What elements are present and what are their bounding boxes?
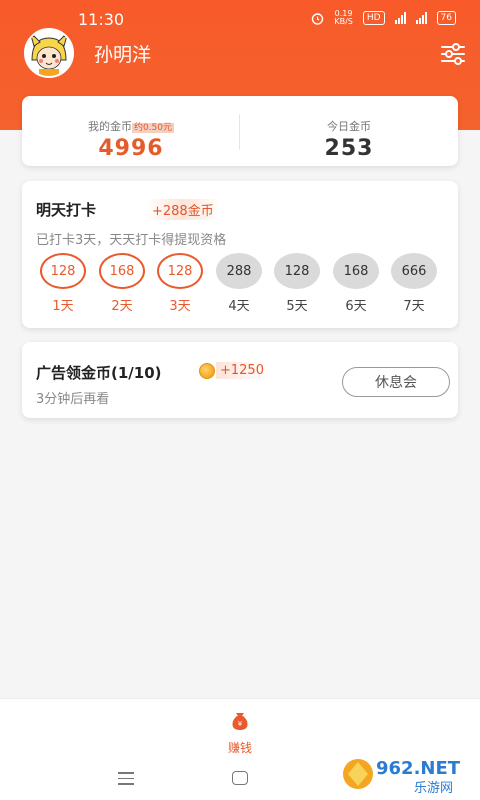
day-coin-value: 288 [216,253,262,289]
checkin-day[interactable]: 288 4天 [215,253,263,314]
tab-earn-label: 赚钱 [227,741,252,755]
money-bag-icon: ¥ [232,713,248,730]
hd-icon: HD [362,11,385,25]
battery-icon: 76 [436,11,456,25]
day-coin-value: 666 [391,253,437,289]
day-label: 1天 [52,299,74,314]
day-coin-value: 128 [40,253,86,289]
ad-reward-card: 广告领金币(1/10) +1250 3分钟后再看 休息会 [22,342,458,418]
my-coins[interactable]: 我的金币 约0.50元 4996 [22,96,240,166]
menu-icon[interactable] [118,772,134,785]
day-label: 6天 [345,299,367,314]
coins-cash-tag: 约0.50元 [131,123,175,133]
signal-4g-icon [394,12,406,24]
checkin-day[interactable]: 168 2天 [98,253,146,314]
day-coin-value: 168 [99,253,145,289]
today-coins-label: 今日金币 [327,120,371,133]
my-coins-label: 我的金币 约0.50元 [22,118,240,134]
avatar[interactable] [24,28,74,78]
coins-summary-card: 我的金币 约0.50元 4996 今日金币 253 [22,96,458,166]
day-label: 7天 [403,299,425,314]
rest-button[interactable]: 休息会 [342,367,450,397]
checkin-card: 明天打卡 +288金币 已打卡3天，天天打卡得提现资格 128 1天 168 2… [22,181,458,328]
ad-title: 广告领金币(1/10) [36,364,162,382]
user-name[interactable]: 孙明洋 [94,40,151,67]
day-label: 4天 [228,299,250,314]
settings-sliders-icon[interactable] [440,42,466,66]
checkin-subtitle: 已打卡3天，天天打卡得提现资格 [36,233,227,248]
svg-text:¥: ¥ [238,720,243,728]
network-speed: 0.19 KB/S [334,10,353,26]
speed-unit: KB/S [334,17,353,26]
watermark-bottom: 乐游网 [414,781,453,796]
profile-row: 孙明洋 [24,28,151,78]
day-label: 2天 [111,299,133,314]
my-coins-label-text: 我的金币 [87,120,132,133]
my-coins-value: 4996 [98,136,164,161]
ad-subtitle: 3分钟后再看 [36,392,110,407]
checkin-days: 128 1天 168 2天 128 3天 288 4天 128 5天 168 6… [39,253,449,317]
alarm-icon [312,12,324,25]
day-label: 5天 [286,299,308,314]
tab-earn[interactable]: ¥ 赚钱 [216,709,264,756]
checkin-title: 明天打卡 [36,201,97,219]
checkin-day[interactable]: 666 7天 [390,253,438,314]
avatar-image [26,30,72,76]
day-label: 3天 [169,299,191,314]
day-coin-value: 128 [274,253,320,289]
checkin-day[interactable]: 128 1天 [39,253,87,314]
checkin-day[interactable]: 168 6天 [332,253,380,314]
signal-4g-icon [415,12,427,24]
status-icons: 0.19 KB/S HD 76 [311,10,456,26]
day-coin-value: 168 [333,253,379,289]
watermark-top: 962.NET [376,758,461,779]
ad-reward: +1250 [216,362,268,379]
home-icon[interactable] [232,771,248,785]
checkin-day[interactable]: 128 3天 [156,253,204,314]
status-time: 11:30 [78,10,125,29]
watermark-logo: 962.NET 乐游网 [343,758,461,796]
day-coin-value: 128 [157,253,203,289]
checkin-day[interactable]: 128 5天 [273,253,321,314]
checkin-reward: +288金币 [146,199,220,220]
today-coins[interactable]: 今日金币 253 [240,96,458,166]
coin-icon [199,363,215,379]
today-coins-value: 253 [324,136,374,161]
